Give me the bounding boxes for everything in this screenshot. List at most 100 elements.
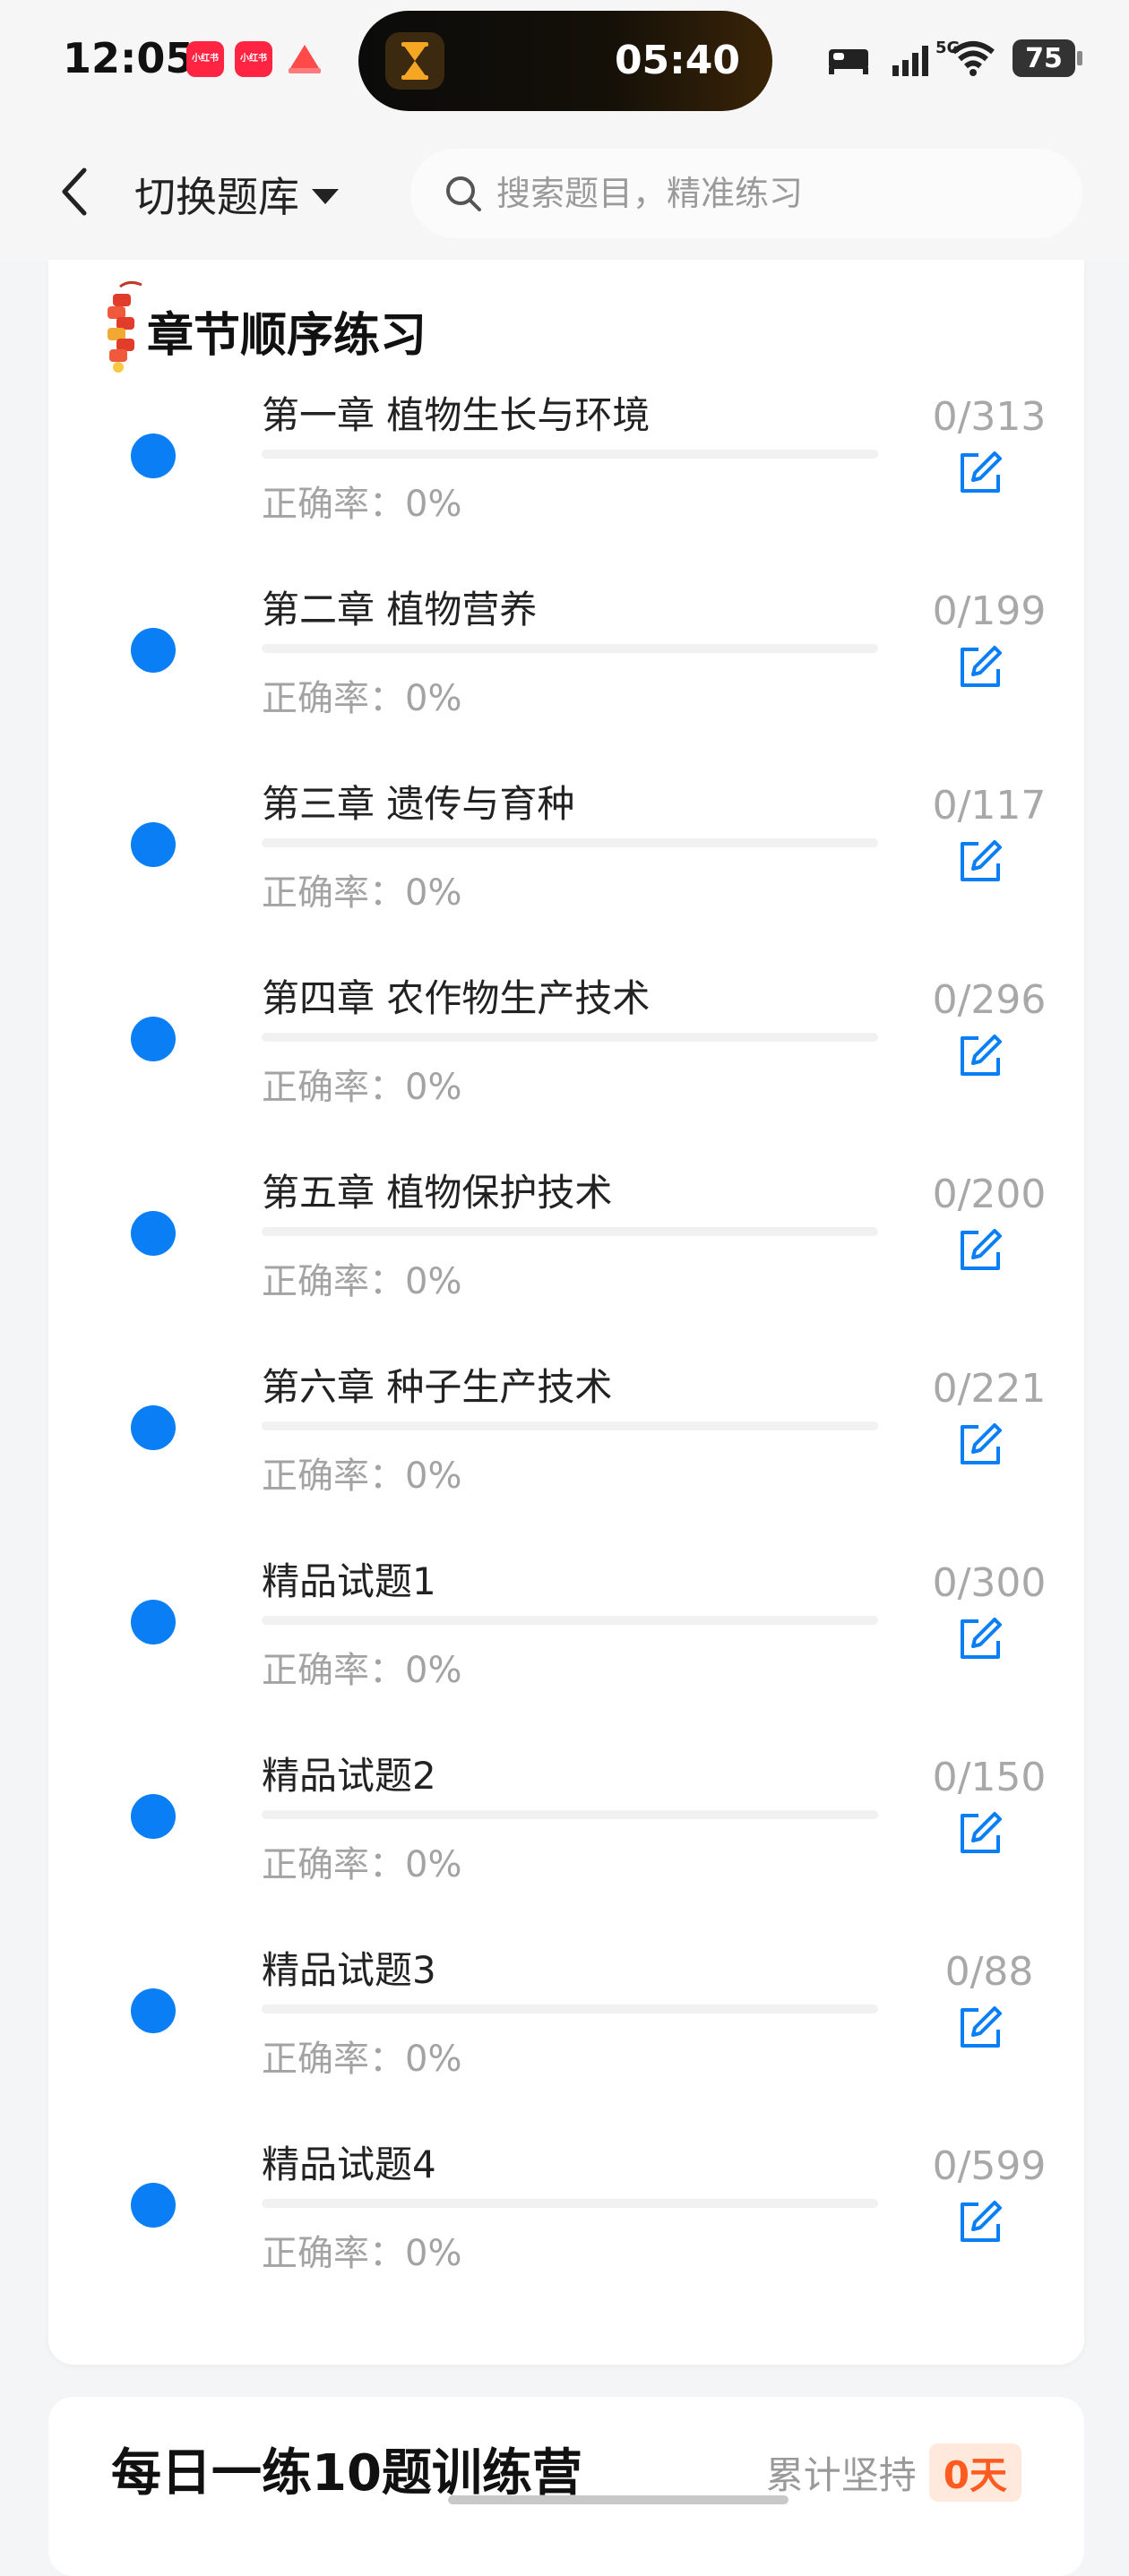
chapter-dot-icon (131, 1405, 176, 1450)
chapter-progress-bar (262, 2005, 878, 2014)
switch-question-bank-button[interactable]: 切换题库 (134, 165, 339, 224)
chapter-progress-bar (262, 450, 878, 459)
chapter-row[interactable]: 第一章 植物生长与环境 正确率：0% 0/313 (48, 385, 1084, 580)
status-time: 12:05 (63, 34, 194, 82)
edit-icon[interactable] (955, 2197, 1005, 2247)
chapter-name: 第三章 遗传与育种 (262, 782, 575, 826)
chapter-row[interactable]: 精品试题1 正确率：0% 0/300 (48, 1551, 1084, 1746)
chapter-dot-icon (131, 434, 176, 478)
chapter-list: 第一章 植物生长与环境 正确率：0% 0/313 第二章 植物营养 正确率：0% 0/19… (48, 385, 1084, 2329)
chapter-name: 第一章 植物生长与环境 (262, 393, 651, 437)
notification-app-icon (289, 45, 321, 73)
section-title: 章节顺序练习 (147, 309, 427, 363)
caret-down-icon (312, 188, 339, 204)
chapter-dot-icon (131, 1211, 176, 1256)
chapter-count: 0/150 (932, 1755, 1047, 1800)
streak-days-badge: 0天 (928, 2443, 1021, 2502)
chapter-count: 0/117 (932, 783, 1047, 829)
search-icon (446, 176, 481, 211)
xiaohongshu-app-icon: 小红书 (186, 41, 224, 77)
chapter-count: 0/88 (944, 1949, 1034, 1995)
edit-icon[interactable] (955, 642, 1005, 692)
chapter-count: 0/221 (932, 1366, 1047, 1412)
daily-practice-title: 每日一练10题训练营 (111, 2444, 582, 2503)
status-bar: 12:05 小红书 小红书 05:40 5G 75 (0, 0, 1129, 125)
chapter-row[interactable]: 第二章 植物营养 正确率：0% 0/199 (48, 580, 1084, 774)
chapter-accuracy: 正确率：0% (262, 872, 462, 914)
top-nav: 切换题库 (0, 125, 1129, 260)
switch-question-bank-label: 切换题库 (134, 173, 299, 221)
edit-icon[interactable] (955, 1614, 1005, 1664)
chapter-dot-icon (131, 1794, 176, 1839)
chapter-progress-bar (262, 838, 878, 847)
cellular-signal-icon: 5G (887, 39, 960, 78)
chapter-name: 第二章 植物营养 (262, 588, 538, 631)
home-indicator[interactable] (448, 2495, 789, 2504)
chapter-accuracy: 正确率：0% (262, 678, 462, 719)
chapter-row[interactable]: 第三章 遗传与育种 正确率：0% 0/117 (48, 774, 1084, 968)
chapter-dot-icon (131, 1017, 176, 1061)
back-arrow-icon[interactable] (47, 159, 100, 224)
edit-icon[interactable] (955, 837, 1005, 887)
battery-indicator: 75 (1013, 39, 1082, 77)
chapter-count: 0/296 (932, 977, 1047, 1023)
chapter-dot-icon (131, 1600, 176, 1644)
chapter-progress-bar (262, 1227, 878, 1236)
chapter-progress-bar (262, 1033, 878, 1042)
xiaohongshu-app-icon-2: 小红书 (235, 41, 272, 77)
sleep-mode-icon (829, 49, 868, 74)
chapter-name: 第六章 种子生产技术 (262, 1365, 613, 1409)
chapter-accuracy: 正确率：0% (262, 1261, 462, 1302)
firecracker-icon (108, 280, 142, 373)
island-timer: 05:40 (614, 38, 740, 83)
chapter-count: 0/599 (932, 2143, 1047, 2189)
chapter-accuracy: 正确率：0% (262, 484, 462, 525)
chapter-accuracy: 正确率：0% (262, 1844, 462, 1885)
chapter-accuracy: 正确率：0% (262, 2039, 462, 2080)
chapter-dot-icon (131, 2183, 176, 2228)
edit-icon[interactable] (955, 1225, 1005, 1275)
streak-label: 累计坚持 (765, 2453, 917, 2497)
search-input[interactable] (495, 173, 1036, 214)
chapter-accuracy: 正确率：0% (262, 1067, 462, 1108)
chapter-name: 第四章 农作物生产技术 (262, 976, 651, 1020)
chapter-name: 精品试题2 (262, 1754, 436, 1798)
edit-icon[interactable] (955, 1808, 1005, 1859)
chapter-count: 0/199 (932, 588, 1047, 634)
chapter-name: 精品试题1 (262, 1559, 436, 1603)
chapter-name: 第五章 植物保护技术 (262, 1171, 613, 1215)
chapter-progress-bar (262, 2199, 878, 2208)
hourglass-icon (385, 32, 444, 90)
chapter-count: 0/313 (932, 394, 1047, 440)
chapter-dot-icon (131, 628, 176, 673)
daily-practice-card[interactable]: 每日一练10题训练营 累计坚持 0天 (48, 2397, 1084, 2576)
chapter-row[interactable]: 精品试题4 正确率：0% 0/599 (48, 2134, 1084, 2329)
chapter-progress-bar (262, 1616, 878, 1625)
search-bar[interactable] (410, 149, 1082, 238)
edit-icon[interactable] (955, 2003, 1005, 2053)
chapter-count: 0/300 (932, 1560, 1047, 1606)
chapter-progress-bar (262, 1421, 878, 1430)
chapter-count: 0/200 (932, 1172, 1047, 1217)
chapter-practice-card: 章节顺序练习 第一章 植物生长与环境 正确率：0% 0/313 第二章 植物营养 正确率… (48, 260, 1084, 2365)
chapter-row[interactable]: 精品试题3 正确率：0% 0/88 (48, 1940, 1084, 2134)
chapter-dot-icon (131, 1988, 176, 2033)
chapter-dot-icon (131, 822, 176, 867)
chapter-row[interactable]: 精品试题2 正确率：0% 0/150 (48, 1746, 1084, 1940)
chapter-row[interactable]: 第四章 农作物生产技术 正确率：0% 0/296 (48, 968, 1084, 1163)
chapter-progress-bar (262, 1810, 878, 1819)
chapter-name: 精品试题3 (262, 1948, 436, 1992)
streak-info: 累计坚持 0天 (766, 2443, 1021, 2502)
edit-icon[interactable] (955, 1420, 1005, 1470)
edit-icon[interactable] (955, 1031, 1005, 1081)
chapter-progress-bar (262, 644, 878, 653)
chapter-accuracy: 正确率：0% (262, 1650, 462, 1691)
chapter-row[interactable]: 第五章 植物保护技术 正确率：0% 0/200 (48, 1163, 1084, 1357)
edit-icon[interactable] (955, 448, 1005, 498)
dynamic-island[interactable]: 05:40 (358, 11, 772, 111)
status-indicators: 5G 75 (826, 36, 1082, 81)
chapter-accuracy: 正确率：0% (262, 1455, 462, 1497)
chapter-accuracy: 正确率：0% (262, 2233, 462, 2274)
chapter-name: 精品试题4 (262, 2142, 436, 2186)
chapter-row[interactable]: 第六章 种子生产技术 正确率：0% 0/221 (48, 1357, 1084, 1551)
